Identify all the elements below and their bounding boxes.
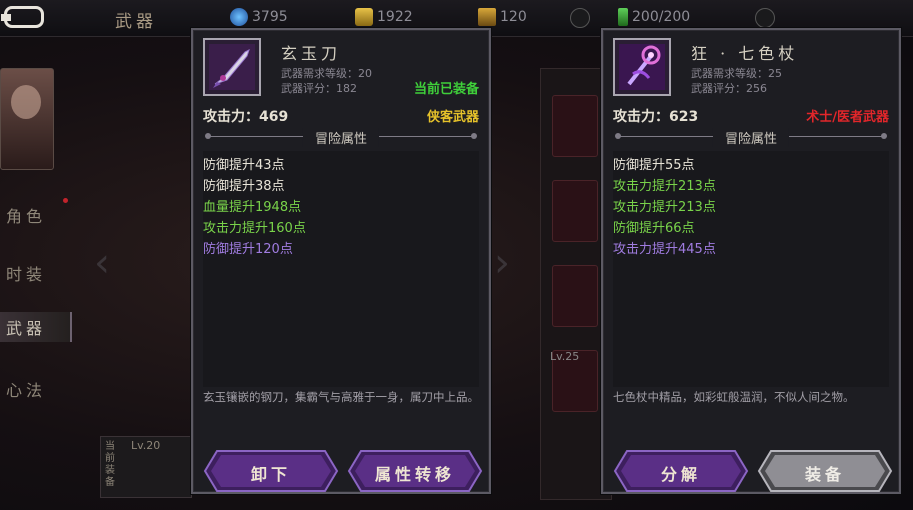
plus-icon [570,8,590,28]
attribute-item: 防御提升43点 [203,158,285,173]
sidebar: 角色 时装 武器 心法 [0,40,72,510]
plus-icon [755,8,775,28]
weapon-requirements: 武器需求等级：25 武器评分：256 [691,67,782,95]
current-weapon-panel: 玄玉刀 武器需求等级：20 武器评分：182 当前已装备 攻击力：469 侠客武… [191,28,491,494]
weapon-class: 术士/医者武器 [806,110,889,125]
section-header: 冒险属性 [613,128,889,147]
add-stamina-button[interactable] [755,8,775,28]
avatar[interactable] [0,68,54,170]
weapon-slot[interactable] [552,95,598,157]
weapon-slot[interactable] [552,265,598,327]
equip-button[interactable]: 装备 [757,449,893,493]
attribute-item: 攻击力提升445点 [613,242,716,257]
notification-dot [63,198,68,203]
gold-ingot-icon [355,8,373,26]
resource-gems[interactable]: 3795 [230,8,288,26]
section-header: 冒险属性 [203,128,479,147]
coupon-icon [478,8,496,26]
equipped-status: 当前已装备 [413,82,479,97]
attribute-item: 攻击力提升213点 [613,200,716,215]
attribute-list: 防御提升55点 攻击力提升213点 攻击力提升213点 防御提升66点 攻击力提… [613,155,889,260]
sidebar-item-mind-art[interactable]: 心法 [0,374,70,404]
attribute-item: 攻击力提升160点 [203,221,306,236]
attribute-item: 防御提升120点 [203,242,293,257]
stamina-icon [618,8,628,26]
weapon-name: 玄玉刀 [281,44,342,63]
weapon-slot[interactable] [552,180,598,242]
page-title: 武器 [115,12,157,32]
attack-value: 攻击力：469 [203,109,289,125]
weapon-description: 玄玉镶嵌的钢刀，集霸气与高雅于一身，属刀中上品。 [203,390,479,404]
resource-gold[interactable]: 1922 [355,8,413,26]
attribute-transfer-button[interactable]: 属性转移 [347,449,483,493]
attribute-item: 防御提升66点 [613,221,695,236]
weapon-icon [203,38,261,96]
attack-value: 攻击力：623 [613,109,699,125]
resource-stamina[interactable]: 200/200 [618,8,690,26]
compare-weapon-panel: 狂 · 七色杖 武器需求等级：25 武器评分：256 攻击力：623 术士/医者… [601,28,901,494]
weapon-class: 侠客武器 [426,110,479,125]
attribute-list: 防御提升43点 防御提升38点 血量提升1948点 攻击力提升160点 防御提升… [203,155,479,260]
weapon-description: 七色杖中精品，如彩虹般温润，不似人间之物。 [613,390,855,404]
attribute-item: 攻击力提升213点 [613,179,716,194]
left-arrow-icon[interactable]: ‹ [94,240,110,286]
weapon-requirements: 武器需求等级：20 武器评分：182 [281,67,372,95]
weapon-name: 狂 · 七色杖 [691,44,799,63]
resource-coupon[interactable]: 120 [478,8,527,26]
right-arrow-icon[interactable]: › [494,240,510,286]
attribute-item: 防御提升38点 [203,179,285,194]
attribute-item: 血量提升1948点 [203,200,302,215]
weapon-icon [613,38,671,96]
level-label: Lv.25 [550,350,580,363]
sidebar-item-costume[interactable]: 时装 [0,258,70,288]
sidebar-item-character[interactable]: 角色 [0,198,70,230]
game-scene: 武器 3795 1922 120 200/200 角色 时装 武器 心法 ‹ ›… [0,0,913,510]
unequip-button[interactable]: 卸下 [203,449,339,493]
gem-icon [230,8,248,26]
decompose-button[interactable]: 分解 [613,449,749,493]
attribute-item: 防御提升55点 [613,158,695,173]
add-resource-button[interactable] [570,8,590,28]
equipped-weapon-card[interactable]: 当前装备 Lv.20 [100,436,192,498]
sidebar-item-weapon[interactable]: 武器 [0,312,72,342]
back-button[interactable] [1,6,44,28]
